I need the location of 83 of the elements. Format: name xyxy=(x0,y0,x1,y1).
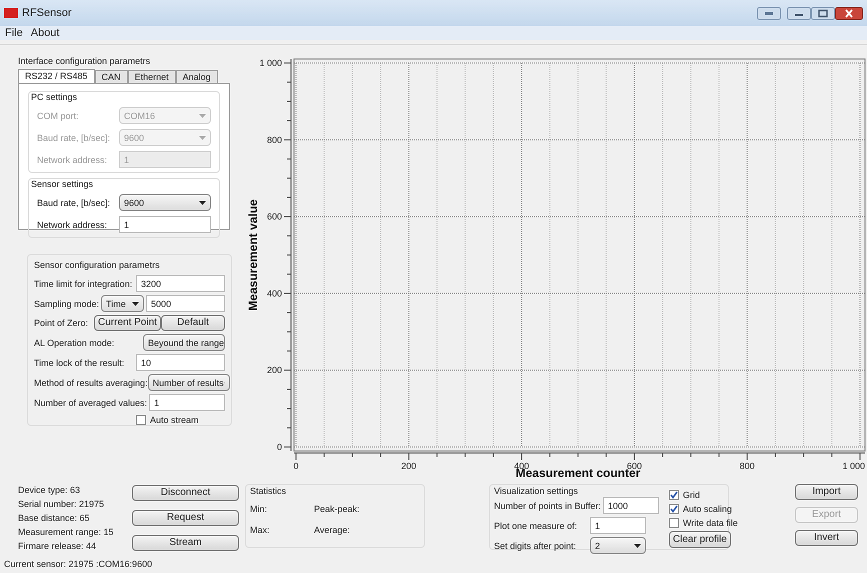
checkbox[interactable] xyxy=(668,504,679,514)
group-title: Visualization settings xyxy=(494,485,579,497)
button[interactable]: Stream xyxy=(132,535,239,551)
tab[interactable]: RS232 / RS485 xyxy=(18,69,95,83)
info-text: Device type: 63 xyxy=(18,484,82,497)
dropdown[interactable]: Number of results xyxy=(148,374,230,391)
tab[interactable]: Ethernet xyxy=(128,70,176,83)
field-label: AL Operation mode: xyxy=(34,336,114,348)
group-title: Sensor configuration parametrs xyxy=(34,259,161,271)
window-title: RFSensor xyxy=(22,7,72,19)
section-title: Interface configuration parametrs xyxy=(18,55,152,67)
input-field[interactable]: 5000 xyxy=(146,295,225,312)
input-field[interactable]: 3200 xyxy=(136,275,225,292)
info-text: Base distance: 65 xyxy=(18,512,91,525)
tick-label: 400 xyxy=(514,461,530,471)
tick-label: 1 000 xyxy=(842,461,865,471)
field-label: Sampling mode: xyxy=(34,298,100,310)
field-label: Number of points in Buffer: xyxy=(494,500,601,512)
field-label: Set digits after point: xyxy=(494,540,578,552)
tick-label: 0 xyxy=(294,461,298,471)
tick-label: 400 xyxy=(266,288,282,298)
stat-label: Average: xyxy=(314,524,351,536)
stat-label: Peak-peak: xyxy=(314,503,361,515)
button[interactable]: Import xyxy=(795,484,858,500)
group-title: Statistics xyxy=(250,485,288,497)
field-label: Plot one measure of: xyxy=(494,520,578,532)
minimize-icon[interactable] xyxy=(787,6,811,20)
field-label: Network address: xyxy=(37,218,108,230)
restore-icon[interactable] xyxy=(757,6,781,20)
field-label: Time limit for integration: xyxy=(34,278,134,290)
button[interactable]: Request xyxy=(132,510,239,526)
group-title: PC settings xyxy=(31,92,78,102)
menu-item[interactable]: About xyxy=(30,27,60,39)
status-text: Current sensor: 21975 :COM16:9600 xyxy=(4,558,152,570)
input-field[interactable]: 1000 xyxy=(602,497,659,514)
checkbox-label: Grid xyxy=(682,489,700,501)
tab[interactable]: Analog xyxy=(176,70,218,83)
checkbox[interactable] xyxy=(136,415,146,425)
info-text: Measurement range: 15 xyxy=(18,526,115,539)
stat-label: Max: xyxy=(250,524,271,536)
button[interactable]: Invert xyxy=(795,530,858,546)
field-label: Baud rate, [b/sec]: xyxy=(37,132,112,144)
menu-item[interactable]: File xyxy=(5,27,23,39)
tick-label: 800 xyxy=(266,134,282,145)
field-label: COM port: xyxy=(37,110,80,122)
tick-label: 800 xyxy=(740,461,755,471)
dropdown[interactable]: 2 xyxy=(590,537,646,554)
field-label: Network address: xyxy=(37,154,108,166)
button[interactable]: Current Point xyxy=(94,315,161,331)
input-field[interactable]: 1 xyxy=(590,517,646,534)
field-label: Number of averaged values: xyxy=(34,396,148,408)
axis-title: Measurement value xyxy=(248,199,260,311)
input-field[interactable]: 10 xyxy=(136,354,225,371)
dropdown[interactable]: Beyound the range xyxy=(143,334,225,351)
tick-label: 200 xyxy=(401,461,416,471)
app-logo-icon xyxy=(4,8,18,18)
checkbox[interactable] xyxy=(668,490,679,500)
dropdown[interactable]: Time xyxy=(101,295,144,312)
checkbox-label: Auto scaling xyxy=(682,503,732,515)
dropdown[interactable]: 9600 xyxy=(119,194,211,211)
checkbox[interactable] xyxy=(668,518,679,528)
info-text: Firmare release: 44 xyxy=(18,540,98,553)
checkbox-label: Auto stream xyxy=(150,414,199,426)
input-field[interactable]: 1 xyxy=(119,216,211,233)
maximize-icon[interactable] xyxy=(811,6,835,20)
field-label: Point of Zero: xyxy=(34,317,90,329)
stat-label: Min: xyxy=(250,503,268,515)
button[interactable]: Default xyxy=(161,315,225,331)
tab[interactable]: CAN xyxy=(94,70,128,83)
info-text: Serial number: 21975 xyxy=(18,498,106,511)
field-label: Time lock of the result: xyxy=(34,356,126,368)
input-field[interactable]: 1 xyxy=(149,394,225,411)
checkbox-label: Write data file xyxy=(682,517,738,529)
tick-label: 0 xyxy=(276,442,282,452)
field-label: Baud rate, [b/sec]: xyxy=(37,196,112,208)
tick-label: 200 xyxy=(266,365,282,376)
tick-label: 600 xyxy=(266,212,282,222)
field-label: Method of results averaging: xyxy=(34,376,148,388)
button[interactable]: Disconnect xyxy=(132,485,239,501)
button[interactable]: Clear profile xyxy=(668,531,731,548)
close-icon[interactable] xyxy=(835,6,863,20)
tick-label: 1 000 xyxy=(259,58,282,68)
group-title: Sensor settings xyxy=(31,179,94,189)
